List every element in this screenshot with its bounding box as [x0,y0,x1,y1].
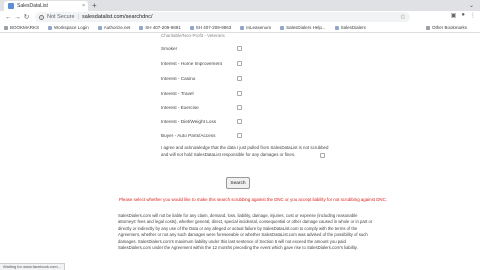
bookmarks-bar: BOOKMARKS Workspace Login Authorize.net … [0,23,480,33]
option-checkbox[interactable] [237,119,242,124]
tab-search-icon[interactable]: ⌄ [469,2,474,9]
folder-icon [425,25,430,30]
site-icon [280,25,285,30]
bookmark-item[interactable]: Authorize.net [97,25,131,30]
bookmark-item[interactable]: SalesDialers Help... [280,25,326,30]
option-label: Interest - Exercise [161,105,199,110]
option-checkbox[interactable] [237,91,242,96]
option-row[interactable]: Interest - Casino [161,75,251,82]
bookmark-label: SH 407-209-9891 [145,25,181,30]
option-row[interactable]: Interest - Diet/Weight Loss [161,118,251,125]
bookmark-label: SalesDialers Help... [286,25,326,30]
profile-icon[interactable]: ● [461,12,465,19]
site-icon [240,25,245,30]
option-label: Interest - Casino [161,76,196,81]
site-icon [189,25,194,30]
search-button[interactable]: Search [226,177,250,189]
menu-icon[interactable]: ⋮ [470,12,476,19]
bookmark-item[interactable]: InLeasenum [240,25,271,30]
option-row[interactable]: Smoker [161,45,251,52]
option-label: Interest - Diet/Weight Loss [161,119,217,124]
close-tab-icon[interactable]: × [82,3,85,9]
site-icon [48,25,53,30]
toolbar-icons: ▣ ● ⋮ [451,12,476,19]
option-checkbox[interactable] [237,46,242,51]
address-bar[interactable]: i Not Secure | salesdatalist.com/searchd… [35,12,410,22]
bookmark-label: SalesDialers [340,25,366,30]
info-icon[interactable]: i [39,14,44,20]
bookmark-item[interactable]: SH 407-209-9863 [189,25,232,30]
option-checkbox[interactable] [237,76,242,81]
bookmark-star-icon[interactable]: ☆ [400,13,406,21]
other-bookmarks[interactable]: Other Bookmarks [425,25,467,30]
new-tab-button[interactable]: + [92,1,97,10]
browser-toolbar: ← → ↻ i Not Secure | salesdatalist.com/s… [0,11,480,23]
acknowledgement-checkbox[interactable] [320,153,325,158]
url-text[interactable]: salesdatalist.com/searchdnc/ [82,14,153,20]
option-row[interactable]: Interest - Travel [161,90,251,97]
bookmark-item[interactable]: SH 407-209-9891 [139,25,181,30]
site-icon [334,25,339,30]
browser-tab[interactable]: SalesDataList × [4,1,88,11]
option-row[interactable]: Interest - Exercise [161,104,251,111]
tab-title: SalesDataList [17,3,48,9]
site-icon [139,25,144,30]
tab-strip: SalesDataList × + ⌄ [0,0,480,11]
option-checkbox[interactable] [237,105,242,110]
back-button[interactable]: ← [4,14,13,21]
bookmark-label: InLeasenum [246,25,272,30]
bookmark-label: Authorize.net [103,25,131,30]
dnc-warning-message: Please select whether you would like to … [119,197,387,202]
option-label: Buyer - Auto Parts/Access [161,133,216,138]
page-content: Charitable/Non-Profit - Veterans Smoker … [0,33,480,270]
acknowledgement-text: I agree and acknowledge that the data I … [161,145,329,157]
favicon-icon [8,3,14,9]
forward-button[interactable]: → [13,14,22,21]
reload-button[interactable]: ↻ [22,13,31,21]
bookmark-label: BOOKMARKS [10,25,40,30]
bookmark-item[interactable]: SalesDialers [334,25,366,30]
option-checkbox[interactable] [237,61,242,66]
other-bookmarks-label: Other Bookmarks [431,25,467,30]
bookmark-label: Workspace Login [54,25,89,30]
clipped-option-label: Charitable/Non-Profit - Veterans [161,33,225,38]
url-separator: | [77,14,79,20]
not-secure-label: Not Secure [47,14,75,20]
liability-disclaimer: SalesDialers.com will not be liable for … [118,213,373,251]
option-label: Interest - Home Improvement [161,61,222,66]
bookmark-item[interactable]: BOOKMARKS [4,25,39,30]
extensions-icon[interactable]: ▣ [451,12,457,19]
option-label: Interest - Travel [161,91,194,96]
status-bar: Waiting for www.facebook.com... [0,263,65,270]
bookmark-label: SH 407-209-9863 [195,25,232,30]
option-row[interactable]: Interest - Home Improvement [161,60,251,67]
bookmark-item[interactable]: Workspace Login [48,25,89,30]
site-icon [97,25,102,30]
bookmarks-icon [4,25,8,30]
option-row[interactable]: Buyer - Auto Parts/Access [161,132,251,139]
option-checkbox[interactable] [237,133,242,138]
option-label: Smoker [161,46,178,51]
